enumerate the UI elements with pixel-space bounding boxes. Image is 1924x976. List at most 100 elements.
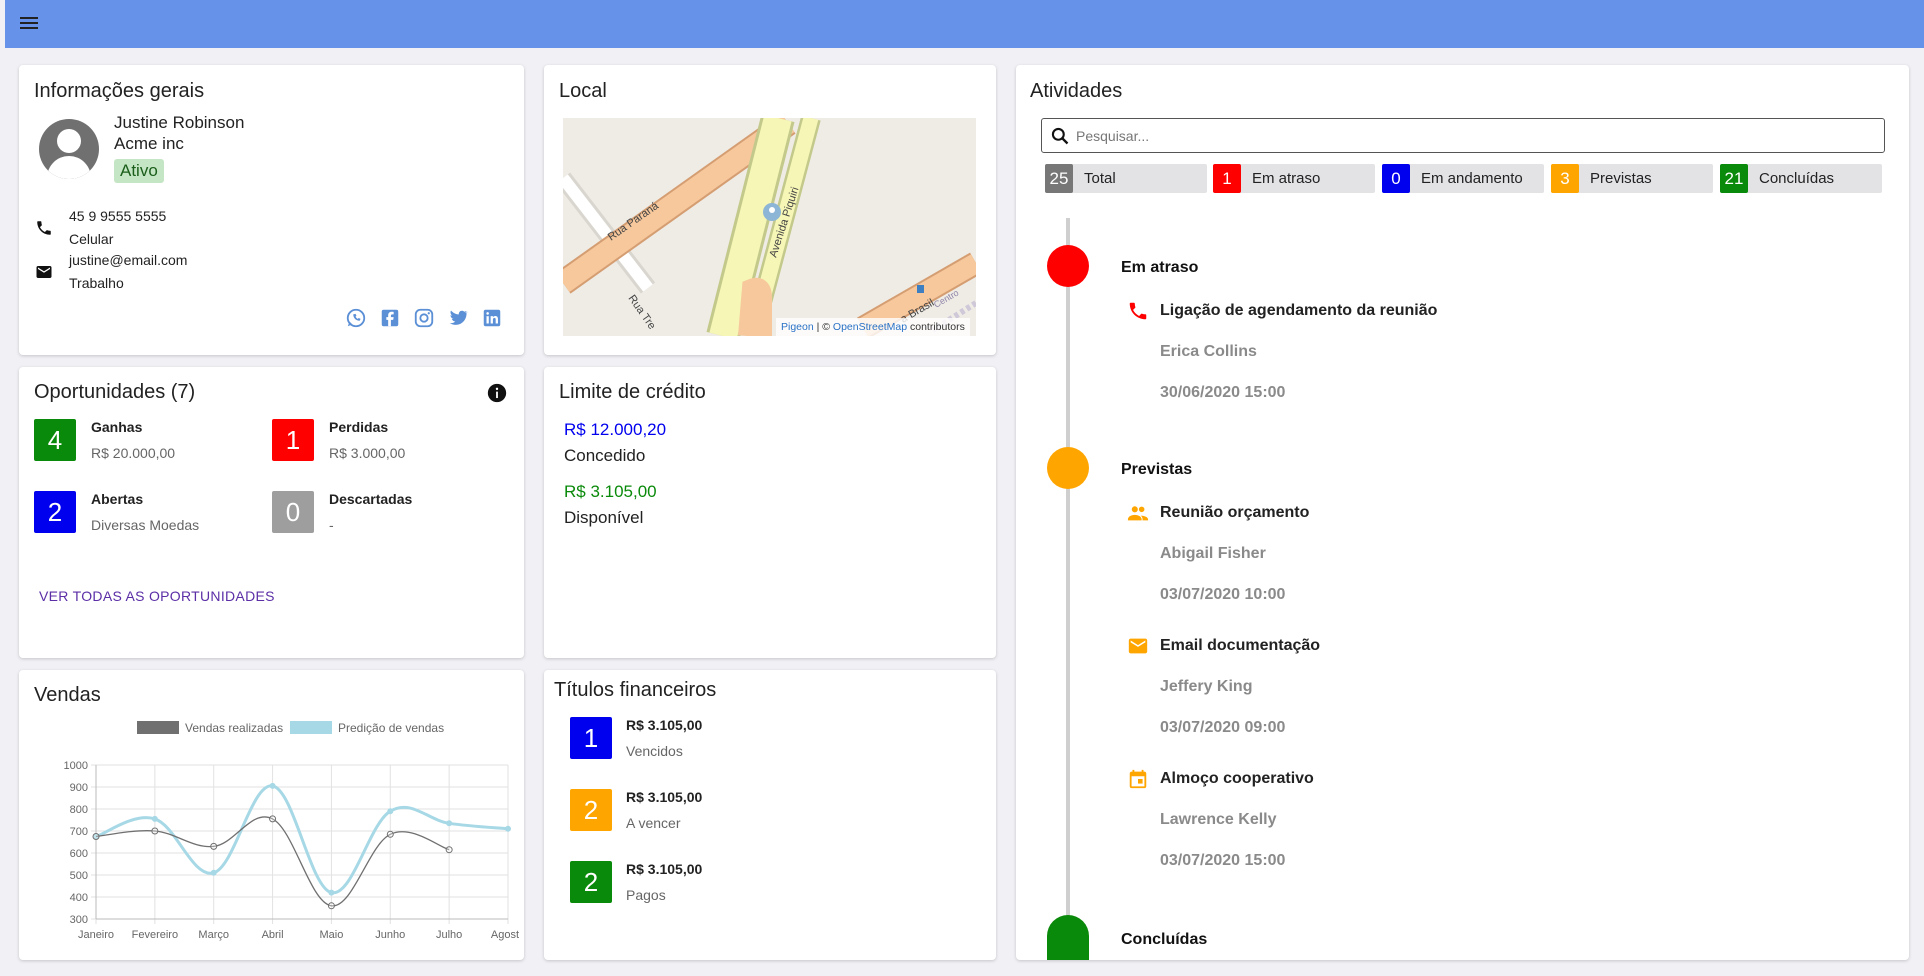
people-icon: [1127, 506, 1149, 521]
y-tick-label: 700: [70, 826, 88, 838]
filter-planned[interactable]: 3 Previstas: [1551, 164, 1713, 193]
search-input[interactable]: [1076, 125, 1866, 147]
opportunities-card: Oportunidades (7) 4 Ganhas R$ 20.000,00 …: [19, 367, 524, 658]
opportunity-label: Abertas: [91, 491, 144, 507]
data-point[interactable]: [446, 820, 453, 827]
data-point[interactable]: [92, 833, 100, 840]
whatsapp-icon[interactable]: [345, 307, 367, 329]
data-point[interactable]: [328, 889, 335, 896]
data-point[interactable]: [269, 815, 277, 823]
opportunity-label: Perdidas: [329, 419, 389, 435]
filter-label: Total: [1084, 170, 1116, 187]
hamburger-menu-icon[interactable]: [15, 14, 43, 34]
data-point[interactable]: [445, 846, 453, 854]
financial-titles-title: Títulos financeiros: [554, 679, 717, 701]
info-icon[interactable]: [486, 382, 508, 404]
opportunity-count-open: 2: [34, 491, 76, 533]
contact-name: Justine Robinson: [114, 113, 245, 132]
filter-in-progress[interactable]: 0 Em andamento: [1382, 164, 1544, 193]
email-icon: [1128, 638, 1148, 654]
general-info-title: Informações gerais: [34, 80, 205, 102]
linkedin-icon[interactable]: [481, 307, 503, 329]
map-attribution-separator: | ©: [813, 321, 833, 333]
activity-title[interactable]: Almoço cooperativo: [1160, 770, 1314, 788]
avatar-icon: [39, 119, 99, 179]
sales-chart: Vendas realizadas Predição de vendas 1000…: [64, 721, 519, 941]
timeline-dot-late: [1047, 245, 1089, 287]
opportunity-label: Ganhas: [91, 419, 143, 435]
sales-card: Vendas Vendas realizadas Predição de vend…: [19, 670, 524, 960]
title-value: R$ 3.105,00: [626, 717, 703, 733]
opportunity-value: -: [329, 517, 334, 533]
activity-person: Jeffery King: [1160, 678, 1253, 695]
x-tick-label: Abril: [262, 929, 284, 941]
activity-person: Erica Collins: [1160, 343, 1257, 360]
activity-title[interactable]: Ligação de agendamento da reunião: [1160, 302, 1437, 320]
filter-count: 25: [1045, 164, 1073, 193]
activity-title[interactable]: Reunião orçamento: [1160, 504, 1309, 522]
twitter-icon[interactable]: [447, 307, 469, 329]
opportunity-count-discarded: 0: [272, 491, 314, 533]
timeline-line: [1066, 218, 1070, 958]
filter-done[interactable]: 21 Concluídas: [1720, 164, 1882, 193]
x-tick-label: Janeiro: [78, 929, 114, 941]
activity-title[interactable]: Email documentação: [1160, 637, 1320, 655]
map-attribution-pigeon-link[interactable]: Pigeon: [781, 321, 814, 333]
x-tick-label: Julho: [436, 929, 462, 941]
group-title-planned: Previstas: [1121, 461, 1193, 478]
title-count-to-due: 2: [570, 789, 612, 831]
email-address: justine@email.com: [69, 252, 188, 268]
instagram-icon[interactable]: [413, 307, 435, 329]
filter-count: 3: [1551, 164, 1579, 193]
data-point[interactable]: [386, 830, 394, 838]
data-point[interactable]: [151, 815, 158, 822]
legend-swatch: [290, 721, 332, 734]
title-count-paid: 2: [570, 861, 612, 903]
location-map[interactable]: Rua Paraná Avenida Piquiri Rua Tre a Bra…: [563, 118, 976, 336]
filter-late[interactable]: 1 Em atraso: [1213, 164, 1375, 193]
map-attribution-osm-link[interactable]: OpenStreetMap: [833, 321, 907, 333]
y-tick-label: 1000: [64, 760, 88, 772]
opportunity-value: Diversas Moedas: [91, 517, 200, 533]
title-value: R$ 3.105,00: [626, 861, 703, 877]
x-tick-label: Fevereiro: [132, 929, 178, 941]
opportunity-label: Descartadas: [329, 491, 413, 507]
title-label: Vencidos: [626, 743, 683, 759]
see-all-opportunities-link[interactable]: VER TODAS AS OPORTUNIDADES: [39, 588, 275, 604]
opportunity-count-won: 4: [34, 419, 76, 461]
location-title: Local: [559, 80, 607, 102]
phone-icon: [37, 221, 51, 235]
map-attribution-tail: contributors: [907, 321, 965, 333]
filter-total[interactable]: 25 Total: [1045, 164, 1207, 193]
data-point[interactable]: [151, 827, 159, 835]
facebook-icon[interactable]: [379, 307, 401, 329]
group-title-late: Em atraso: [1121, 259, 1199, 276]
phone-number: 45 9 9555 5555: [69, 208, 167, 224]
data-point[interactable]: [327, 902, 335, 910]
top-app-bar: [5, 0, 1924, 48]
map-attribution: Pigeon | © OpenStreetMap contributors: [776, 318, 970, 336]
y-tick-label: 600: [70, 848, 88, 860]
x-tick-label: Março: [198, 929, 229, 941]
opportunity-value: R$ 3.000,00: [329, 445, 406, 461]
data-point[interactable]: [210, 842, 218, 850]
opportunity-count-lost: 1: [272, 419, 314, 461]
y-tick-label: 400: [70, 892, 88, 904]
data-point[interactable]: [387, 808, 394, 815]
y-tick-label: 500: [70, 870, 88, 882]
filter-label: Em atraso: [1252, 170, 1321, 187]
data-point[interactable]: [505, 825, 511, 832]
sales-title: Vendas: [34, 684, 101, 706]
credit-limit-title: Limite de crédito: [559, 381, 706, 403]
activity-date: 03/07/2020 15:00: [1160, 852, 1286, 869]
general-info-card: Informações gerais Justine Robinson Acme…: [19, 65, 524, 355]
legend-label: Predição de vendas: [338, 721, 444, 735]
filter-count: 21: [1720, 164, 1748, 193]
data-point[interactable]: [269, 782, 276, 789]
y-tick-label: 300: [70, 914, 88, 926]
group-title-done: Concluídas: [1121, 931, 1208, 948]
credit-granted-value: R$ 12.000,20: [564, 420, 667, 439]
data-point[interactable]: [210, 869, 217, 876]
title-label: A vencer: [626, 815, 681, 831]
opportunities-title: Oportunidades (7): [34, 381, 196, 403]
